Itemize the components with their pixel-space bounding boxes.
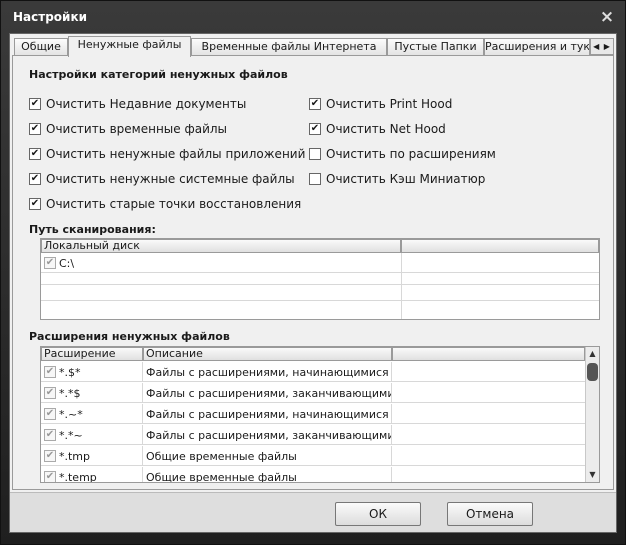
desc-value: Файлы с расширениями, начинающимися с ~ (143, 404, 392, 424)
check-thumb-cache[interactable]: Очистить Кэш Миниатюр (309, 171, 485, 187)
checkbox-icon[interactable]: ✔ (44, 387, 56, 399)
check-label: Очистить Недавние документы (46, 97, 247, 111)
checkbox-icon: ✔ (29, 98, 41, 110)
desc-value: Общие временные файлы (143, 446, 392, 466)
ext-value: *.*$ (59, 386, 81, 400)
check-recent-docs[interactable]: ✔ Очистить Недавние документы (29, 96, 246, 112)
settings-window: Настройки × Общие Ненужные файлы Временн… (0, 0, 626, 545)
table-row[interactable]: ✔ *.$* Файлы с расширениями, начинающимис… (41, 362, 587, 382)
check-label: Очистить Кэш Миниатюр (326, 172, 486, 186)
check-system-junk[interactable]: ✔ Очистить ненужные системные файлы (29, 171, 295, 187)
checkbox-icon[interactable]: ✔ (44, 408, 56, 420)
check-label: Очистить ненужные файлы приложений (46, 147, 306, 161)
checkbox-icon (309, 148, 321, 160)
desc-value: Файлы с расширениями, заканчивающимися н… (143, 383, 392, 403)
ok-button[interactable]: ОК (335, 502, 421, 526)
desc-value: Общие временные файлы (143, 467, 392, 482)
check-print-hood[interactable]: ✔ Очистить Print Hood (309, 96, 452, 112)
checkbox-icon: ✔ (29, 173, 41, 185)
check-label: Очистить временные файлы (46, 122, 228, 136)
extensions-title: Расширения ненужных файлов (29, 330, 230, 343)
ext-value: *.tmp (59, 449, 91, 463)
extensions-list[interactable]: Расширение Описание ✔ *.$* Файлы с расшир… (40, 346, 600, 483)
table-row[interactable]: ✔ *.*$ Файлы с расширениями, заканчивающи… (41, 383, 587, 403)
tab-strip: Общие Ненужные файлы Временные файлы Инт… (12, 36, 614, 57)
list-item-empty (41, 301, 599, 319)
table-row[interactable]: ✔ *.temp Общие временные файлы (41, 467, 587, 483)
table-row[interactable]: ✔ *.*~ Файлы с расширениями, заканчивающи… (41, 425, 587, 445)
check-app-junk[interactable]: ✔ Очистить ненужные файлы приложений (29, 146, 305, 162)
column-blank[interactable] (401, 239, 599, 253)
dialog-footer: ОК Отмена (10, 492, 616, 532)
list-item-empty (41, 285, 599, 301)
column-blank[interactable] (392, 347, 585, 361)
checkbox-icon[interactable]: ✔ (44, 429, 56, 441)
checkbox-icon: ✔ (309, 98, 321, 110)
scroll-up-icon[interactable]: ▲ (586, 348, 599, 360)
check-label: Очистить старые точки восстановления (46, 197, 302, 211)
column-local-disk[interactable]: Локальный диск (41, 239, 401, 253)
checkbox-icon[interactable]: ✔ (44, 471, 56, 482)
checkbox-icon[interactable]: ✔ (44, 450, 56, 462)
check-label: Очистить по расширениям (326, 147, 496, 161)
checkbox-icon (309, 173, 321, 185)
checkbox-icon: ✔ (29, 123, 41, 135)
tab-junk-files[interactable]: Ненужные файлы (68, 36, 191, 57)
list-header: Локальный диск (41, 239, 599, 253)
tab-empty-folders[interactable]: Пустые Папки (387, 38, 484, 56)
ext-value: *.*~ (59, 428, 83, 442)
checkbox-icon: ✔ (29, 148, 41, 160)
check-label: Очистить Print Hood (326, 97, 453, 111)
scan-path-title: Путь сканирования: (29, 223, 156, 236)
window-title: Настройки (13, 10, 88, 24)
junk-files-panel: Настройки категорий ненужных файлов ✔ Очи… (12, 55, 614, 490)
checkbox-icon[interactable]: ✔ (44, 366, 56, 378)
list-header: Расширение Описание (41, 347, 599, 361)
tab-general[interactable]: Общие (14, 38, 68, 56)
list-item-empty (41, 269, 599, 285)
table-row[interactable]: ✔ *.~* Файлы с расширениями, начинающимис… (41, 404, 587, 424)
checkbox-icon: ✔ (309, 123, 321, 135)
desc-value: Файлы с расширениями, начинающимися с $ (143, 362, 392, 382)
tab-scroll-arrows-icon[interactable]: ◀ ▶ (590, 38, 614, 55)
scroll-down-icon[interactable]: ▼ (586, 469, 599, 481)
desc-value: Файлы с расширениями, заканчивающимися н… (143, 425, 392, 445)
check-label: Очистить ненужные системные файлы (46, 172, 295, 186)
check-by-extension[interactable]: Очистить по расширениям (309, 146, 496, 162)
tab-extensions[interactable]: Расширения и тук (484, 38, 590, 56)
junk-categories-title: Настройки категорий ненужных файлов (29, 68, 288, 81)
ext-value: *.$* (59, 365, 81, 379)
ext-value: *.temp (59, 470, 97, 483)
column-description[interactable]: Описание (143, 347, 392, 361)
dialog-client-area: Общие Ненужные файлы Временные файлы Инт… (9, 33, 617, 533)
check-label: Очистить Net Hood (326, 122, 446, 136)
ext-value: *.~* (59, 407, 83, 421)
checkbox-icon[interactable]: ✔ (44, 257, 56, 269)
check-restore-points[interactable]: ✔ Очистить старые точки восстановления (29, 196, 301, 212)
scroll-thumb[interactable] (587, 363, 598, 381)
scan-path-list[interactable]: Локальный диск ✔ C:\ (40, 238, 600, 320)
checkbox-icon: ✔ (29, 198, 41, 210)
column-extension[interactable]: Расширение (41, 347, 143, 361)
check-temp-files[interactable]: ✔ Очистить временные файлы (29, 121, 227, 137)
table-row[interactable]: ✔ *.tmp Общие временные файлы (41, 446, 587, 466)
check-net-hood[interactable]: ✔ Очистить Net Hood (309, 121, 446, 137)
extensions-scrollbar[interactable]: ▲ ▼ (585, 347, 599, 482)
close-icon[interactable]: × (599, 1, 615, 33)
tab-internet-temp-files[interactable]: Временные файлы Интернета (191, 38, 387, 56)
cancel-button[interactable]: Отмена (447, 502, 533, 526)
